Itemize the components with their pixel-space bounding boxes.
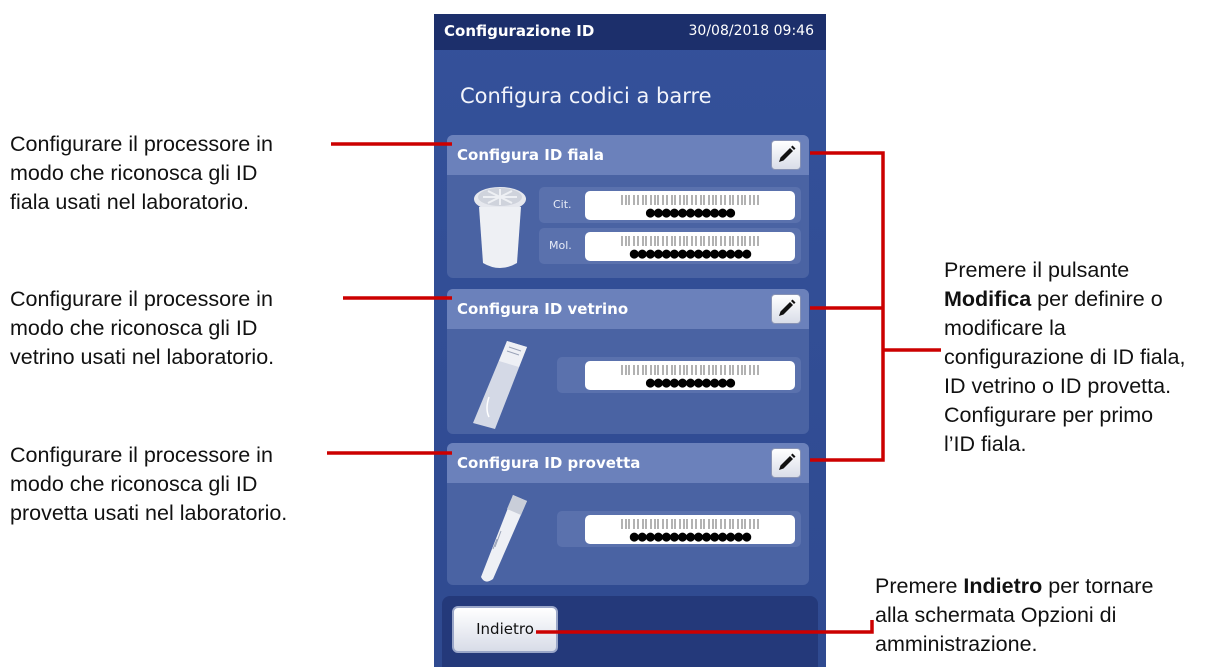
callout-lines [327, 142, 941, 634]
callout-back [536, 620, 874, 634]
